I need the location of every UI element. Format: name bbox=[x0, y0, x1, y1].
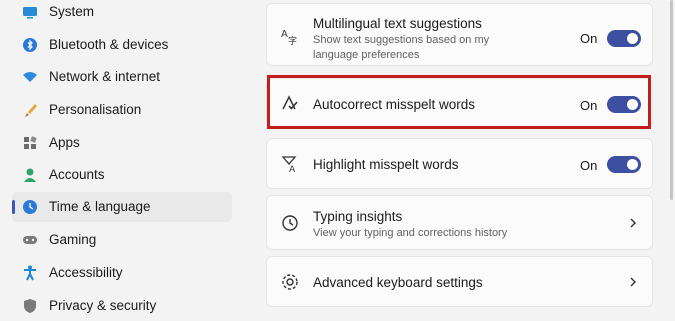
shield-icon bbox=[24, 299, 36, 313]
sidebar-item-time-language[interactable]: Time & language bbox=[12, 192, 232, 222]
sidebar-item-label: Accessibility bbox=[49, 265, 123, 280]
sidebar-item-label: Gaming bbox=[49, 232, 97, 247]
wifi-icon bbox=[23, 72, 37, 82]
sidebar-item-personalisation[interactable]: Personalisation bbox=[12, 95, 232, 125]
sidebar-item-label: Apps bbox=[49, 135, 80, 150]
settings-sidebar: System Bluetooth & devices Network & int… bbox=[0, 0, 245, 320]
setting-multilingual-suggestions: A字 Multilingual text suggestions Show te… bbox=[266, 3, 653, 66]
toggle-state-label: On bbox=[580, 31, 598, 46]
svg-text:字: 字 bbox=[288, 35, 297, 46]
sidebar-item-gaming[interactable]: Gaming bbox=[12, 225, 232, 255]
chevron-right-icon bbox=[630, 277, 636, 287]
toggle-state-label: On bbox=[580, 158, 598, 173]
highlight-misspelt-toggle[interactable] bbox=[607, 156, 641, 173]
setting-highlight-misspelt: A Highlight misspelt words On bbox=[266, 138, 653, 189]
highlight-text-icon: A bbox=[281, 156, 297, 174]
sidebar-item-accessibility[interactable]: Accessibility bbox=[12, 258, 232, 288]
toggle-knob bbox=[627, 159, 638, 170]
highlight-annotation-box bbox=[267, 75, 651, 129]
sidebar-item-network[interactable]: Network & internet bbox=[12, 62, 232, 92]
sidebar-item-bluetooth[interactable]: Bluetooth & devices bbox=[12, 30, 232, 60]
selection-indicator bbox=[12, 200, 15, 214]
setting-typing-insights[interactable]: Typing insights View your typing and cor… bbox=[266, 195, 653, 250]
sidebar-item-privacy[interactable]: Privacy & security bbox=[12, 291, 232, 321]
setting-title: Multilingual text suggestions bbox=[313, 16, 482, 31]
sidebar-item-label: Bluetooth & devices bbox=[49, 37, 169, 52]
sidebar-item-label: Network & internet bbox=[49, 69, 161, 84]
setting-advanced-keyboard[interactable]: Advanced keyboard settings bbox=[266, 256, 653, 307]
chevron-right-icon bbox=[630, 218, 636, 228]
history-icon bbox=[282, 215, 298, 231]
gear-icon bbox=[282, 274, 298, 290]
apps-icon bbox=[24, 136, 37, 149]
sidebar-item-accounts[interactable]: Accounts bbox=[12, 160, 232, 190]
sidebar-item-system[interactable]: System bbox=[12, 0, 232, 27]
svg-text:A: A bbox=[289, 165, 296, 174]
sidebar-item-label: Accounts bbox=[49, 167, 105, 182]
sidebar-item-label: Time & language bbox=[49, 199, 151, 214]
bluetooth-icon bbox=[23, 38, 37, 52]
setting-title: Typing insights bbox=[313, 209, 403, 224]
language-text-icon: A字 bbox=[281, 29, 297, 46]
toggle-knob bbox=[627, 33, 638, 44]
setting-title: Advanced keyboard settings bbox=[313, 275, 483, 290]
sidebar-item-label: System bbox=[49, 4, 95, 19]
setting-subtitle: View your typing and corrections history bbox=[313, 227, 508, 239]
setting-title: Highlight misspelt words bbox=[313, 157, 459, 172]
gamepad-icon bbox=[23, 236, 37, 244]
setting-subtitle: Show text suggestions based on my langua… bbox=[313, 34, 490, 61]
person-icon bbox=[24, 168, 36, 182]
sidebar-item-label: Privacy & security bbox=[49, 298, 157, 313]
sidebar-item-apps[interactable]: Apps bbox=[12, 128, 232, 158]
svg-text:A: A bbox=[281, 29, 288, 40]
scrollbar[interactable] bbox=[670, 0, 673, 200]
sidebar-item-label: Personalisation bbox=[49, 102, 142, 117]
globe-clock-icon bbox=[23, 200, 37, 214]
monitor-icon bbox=[23, 7, 37, 19]
multilingual-suggestions-toggle[interactable] bbox=[607, 30, 641, 47]
accessibility-icon bbox=[24, 265, 36, 281]
brush-icon bbox=[25, 104, 37, 117]
